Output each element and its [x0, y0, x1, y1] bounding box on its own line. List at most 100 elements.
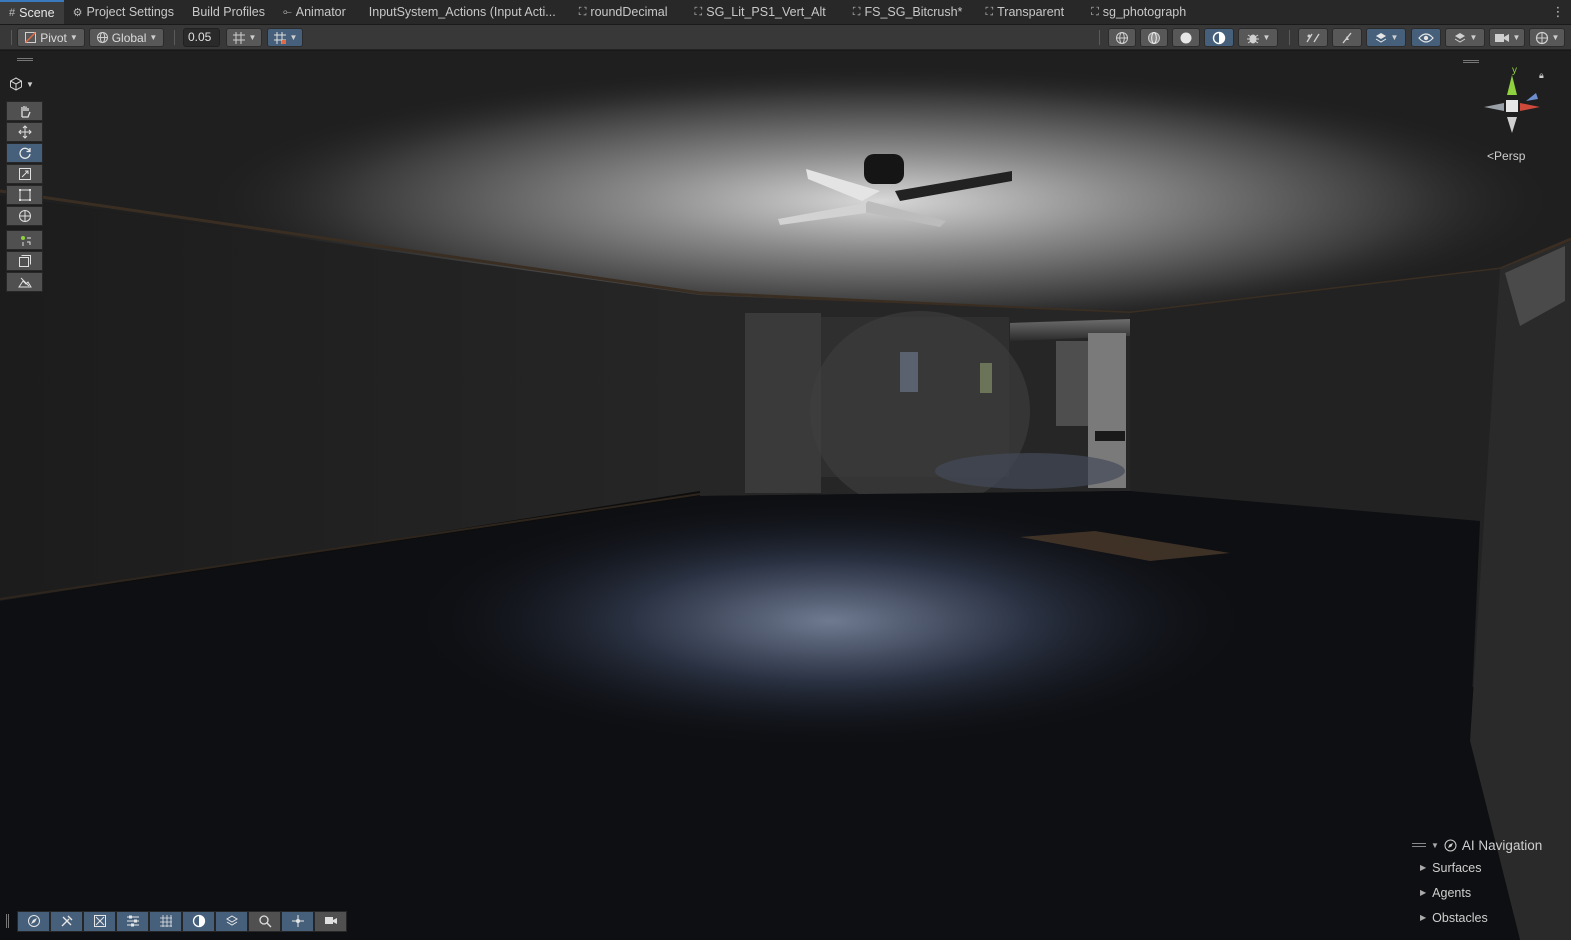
grid-snap-icon	[232, 31, 245, 44]
navigation-compass-icon	[1444, 839, 1457, 851]
boxes-icon	[18, 255, 31, 267]
gear-icon: ⚙	[72, 6, 83, 19]
layers-dropdown[interactable]: ▼	[1445, 28, 1485, 47]
overlay-grip[interactable]	[1412, 843, 1426, 847]
lighting-overlay-button[interactable]	[182, 910, 215, 932]
chevron-down-icon: ▼	[289, 33, 298, 42]
ai-nav-item-agents[interactable]: ▶ Agents	[1412, 880, 1568, 905]
orientation-gizmo[interactable]: y	[1478, 63, 1558, 143]
2d-toggle-button[interactable]	[1298, 28, 1328, 47]
pivot-dropdown[interactable]: Pivot ▼	[17, 28, 85, 47]
grid-visibility-dropdown[interactable]: ▼	[267, 28, 303, 47]
axis-y-cone[interactable]	[1507, 75, 1517, 95]
chevron-down-icon: ▼	[1262, 33, 1271, 42]
terrain-tool-button[interactable]	[6, 272, 43, 292]
tab-scene[interactable]: # Scene	[0, 0, 64, 24]
settings-overlay-button[interactable]	[116, 910, 149, 932]
tab-project-settings[interactable]: ⚙ Project Settings	[64, 0, 183, 24]
overlay-grip[interactable]	[1463, 60, 1479, 63]
axis-z-cone[interactable]	[1526, 93, 1538, 101]
gizmo-center-cube[interactable]	[1506, 100, 1518, 112]
hierarchy-icon	[291, 915, 304, 927]
tools-overlay-button[interactable]	[50, 910, 83, 932]
tab-label: FS_SG_Bitcrush*	[864, 5, 963, 19]
projection-toggle[interactable]: <Persp	[1487, 149, 1525, 163]
toolbar-separator	[1289, 30, 1290, 45]
scale-tool-button[interactable]	[6, 164, 43, 184]
globe-icon	[96, 32, 108, 43]
hierarchy-overlay-button[interactable]	[281, 910, 314, 932]
collapse-triangle-icon[interactable]: ▼	[1431, 841, 1439, 850]
tab-transparent[interactable]: ⛶ Transparent	[971, 0, 1073, 24]
half-sphere-icon	[1212, 31, 1226, 44]
shaded-wireframe-button[interactable]	[1140, 28, 1168, 47]
axis-y-label: y	[1512, 65, 1517, 76]
layers-icon	[1454, 32, 1465, 43]
component-tools-button[interactable]	[6, 251, 43, 271]
ai-nav-item-obstacles[interactable]: ▶ Obstacles	[1412, 905, 1568, 930]
list-item-label: Obstacles	[1432, 910, 1488, 925]
grid-overlay-button[interactable]	[149, 910, 182, 932]
terrain-icon	[17, 277, 32, 288]
chevron-down-icon: ▼	[1512, 33, 1521, 42]
shader-graph-icon: ⛶	[578, 5, 587, 18]
tab-fs-sg-bitcrush[interactable]: ⛶ FS_SG_Bitcrush*	[835, 0, 972, 24]
expand-triangle-icon: ▶	[1420, 913, 1427, 922]
kebab-menu-icon[interactable]: ⋮	[1551, 3, 1565, 21]
chevron-down-icon: ▼	[248, 33, 257, 42]
search-icon	[258, 915, 271, 928]
camera-overlay-button[interactable]	[314, 910, 347, 932]
rect-tool-button[interactable]	[6, 185, 43, 205]
chevron-down-icon: ▼	[1469, 33, 1478, 42]
custom-editor-tool-button[interactable]	[6, 230, 43, 250]
tab-round-decimal[interactable]: ⛶ roundDecimal	[565, 0, 677, 24]
axis-neg-x-cone[interactable]	[1484, 103, 1504, 111]
picture-frame	[980, 363, 992, 393]
snap-icon	[93, 915, 106, 927]
tab-label: sg_photograph	[1102, 5, 1187, 19]
shaded-button[interactable]	[1172, 28, 1200, 47]
layers-overlay-button[interactable]	[215, 910, 248, 932]
hand-tool-button[interactable]	[6, 101, 43, 121]
move-arrows-icon	[17, 125, 32, 139]
ai-navigation-header[interactable]: ▼ AI Navigation	[1412, 835, 1568, 855]
axis-neg-y-cone[interactable]	[1507, 117, 1517, 133]
tab-input-system-actions[interactable]: InputSystem_Actions (Input Acti...	[355, 0, 565, 24]
rotate-tool-button[interactable]	[6, 143, 43, 163]
camera-settings-dropdown[interactable]: ▼	[1489, 28, 1525, 47]
pivot-label: Pivot	[40, 30, 67, 45]
move-tool-button[interactable]	[6, 122, 43, 142]
search-overlay-button[interactable]	[248, 910, 281, 932]
cube-icon	[10, 77, 22, 91]
rendering-debug-button[interactable]	[1204, 28, 1234, 47]
overlay-grip[interactable]	[17, 58, 33, 61]
snap-increment-field[interactable]: 0.05	[183, 28, 220, 47]
tab-build-profiles[interactable]: Build Profiles	[183, 0, 274, 24]
rotate-icon	[18, 147, 31, 159]
debug-draw-mode-dropdown[interactable]: ▼	[1238, 28, 1278, 47]
tab-sg-photograph[interactable]: ⛶ sg_photograph	[1073, 0, 1195, 24]
lighting-toggle-button[interactable]	[1332, 28, 1362, 47]
tab-animator[interactable]: ⟜ Animator	[274, 0, 355, 24]
scene-fx-dropdown[interactable]: ▼	[1366, 28, 1406, 47]
axis-x-cone[interactable]	[1520, 103, 1540, 111]
tab-sg-lit-ps1-vert-alt[interactable]: ⛶ SG_Lit_PS1_Vert_Alt	[677, 0, 835, 24]
scale-icon	[18, 168, 31, 180]
overlay-grip[interactable]	[6, 914, 9, 928]
editor-tab-bar: # Scene ⚙ Project Settings Build Profile…	[0, 0, 1571, 25]
ai-nav-item-surfaces[interactable]: ▶ Surfaces	[1412, 855, 1568, 880]
lock-icon[interactable]: 🔒︎	[1539, 70, 1544, 81]
wireframe-shading-button[interactable]	[1108, 28, 1136, 47]
navigation-overlay-button[interactable]	[17, 910, 50, 932]
transform-tool-button[interactable]	[6, 206, 43, 226]
snap-overlay-button[interactable]	[83, 910, 116, 932]
chevron-down-icon: ▼	[69, 33, 78, 42]
gizmos-dropdown[interactable]: ▼	[1529, 28, 1565, 47]
global-dropdown[interactable]: Global ▼	[89, 28, 164, 47]
scene-viewport[interactable]: ▼ y 🔒︎ <Persp ▼ AI Navigation ▶ Surfaces…	[0, 51, 1571, 940]
toolbar-grip	[11, 30, 12, 45]
grid-snap-dropdown[interactable]: ▼	[226, 28, 262, 47]
scene-visibility-button[interactable]	[1411, 28, 1441, 47]
shader-graph-icon: ⛶	[852, 5, 861, 18]
draw-mode-dropdown[interactable]: ▼	[9, 75, 39, 93]
